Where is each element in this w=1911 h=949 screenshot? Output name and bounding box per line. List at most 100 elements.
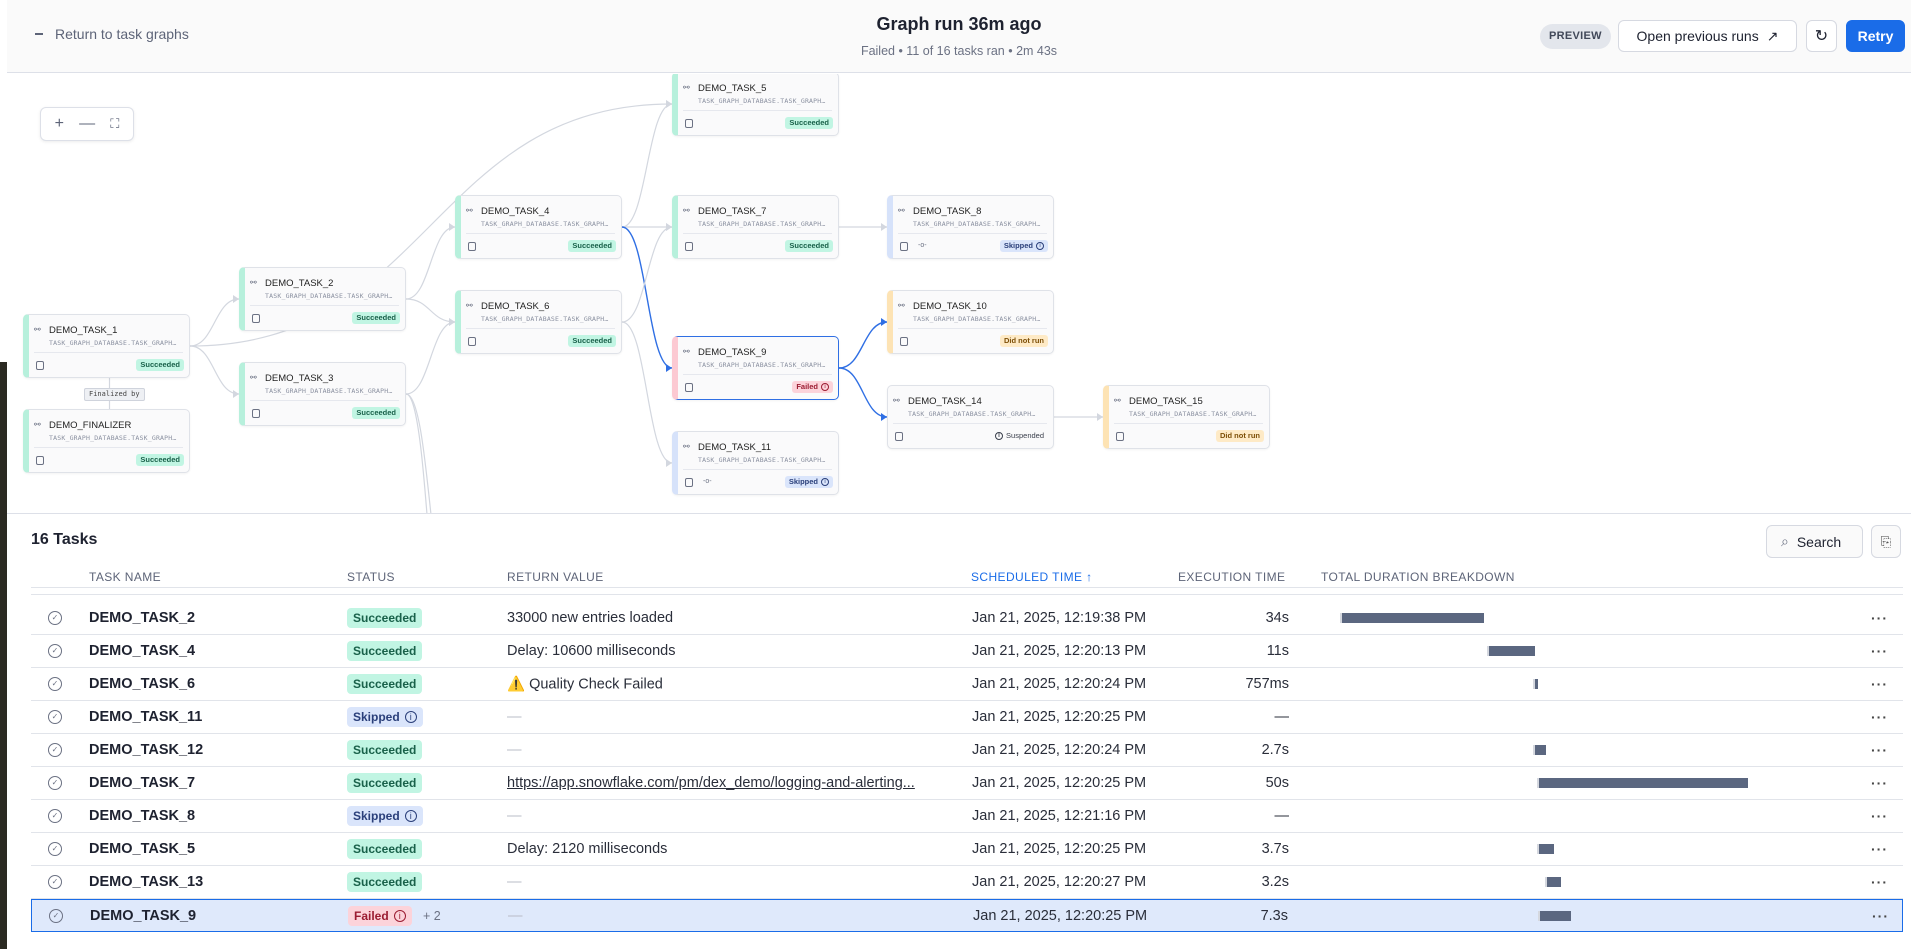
graph-node[interactable]: ⚯ DEMO_TASK_5 TASK_GRAPH_DATABASE.TASK_G… (672, 74, 839, 136)
status-badge: Succeeded (347, 872, 423, 892)
column-execution-time[interactable]: EXECUTION TIME (1178, 570, 1285, 584)
column-status[interactable]: STATUS (347, 570, 395, 584)
more-actions-icon[interactable]: ··· (1871, 874, 1888, 890)
node-divider (898, 233, 1047, 234)
graph-node[interactable]: ⚯ DEMO_TASK_6 TASK_GRAPH_DATABASE.TASK_G… (455, 290, 622, 354)
more-actions-icon[interactable]: ··· (1871, 775, 1888, 791)
task-name[interactable]: DEMO_TASK_4 (89, 643, 195, 659)
table-row[interactable]: ✓ DEMO_TASK_4 Succeeded Delay: 10600 mil… (31, 635, 1903, 668)
info-icon[interactable]: i (1036, 242, 1044, 250)
node-status-label: Succeeded (572, 241, 612, 250)
skip-icon: -o- (918, 242, 927, 249)
zoom-out-button[interactable]: — (79, 115, 95, 133)
status-label: Succeeded (353, 842, 417, 856)
info-icon[interactable]: i (821, 383, 829, 391)
more-actions-icon[interactable]: ··· (1871, 808, 1888, 824)
task-name[interactable]: DEMO_TASK_6 (89, 676, 195, 692)
graph-node[interactable]: ⚯ DEMO_TASK_10 TASK_GRAPH_DATABASE.TASK_… (887, 290, 1054, 354)
graph-edge (405, 226, 456, 300)
extra-status-count[interactable]: + 2 (423, 909, 441, 923)
graph-node[interactable]: ⚯ DEMO_TASK_15 TASK_GRAPH_DATABASE.TASK_… (1103, 385, 1270, 449)
graph-node[interactable]: ⚯ DEMO_TASK_11 TASK_GRAPH_DATABASE.TASK_… (672, 431, 839, 495)
status-badge: Succeeded (347, 608, 423, 628)
graph-node[interactable]: ⚯ DEMO_FINALIZER TASK_GRAPH_DATABASE.TAS… (23, 409, 190, 473)
task-icon: ⚯ (898, 206, 905, 215)
zoom-in-button[interactable]: + (55, 115, 64, 133)
external-link-icon: ↗ (1766, 27, 1779, 44)
column-task-name[interactable]: TASK NAME (89, 570, 161, 584)
task-name[interactable]: DEMO_TASK_13 (89, 874, 203, 890)
graph-node[interactable]: ⚯ DEMO_TASK_4 TASK_GRAPH_DATABASE.TASK_G… (455, 195, 622, 259)
info-icon[interactable]: i (821, 478, 829, 486)
table-row[interactable]: ✓ DEMO_TASK_7 Succeeded https://app.snow… (31, 767, 1903, 800)
node-status-label: Did not run (1004, 336, 1044, 345)
fit-view-button[interactable]: ⛶ (110, 116, 119, 132)
info-icon[interactable]: i (404, 711, 417, 723)
task-name[interactable]: DEMO_TASK_11 (89, 709, 202, 725)
execution-segment (1534, 745, 1547, 755)
table-row[interactable]: ✓ DEMO_TASK_12 Succeeded — Jan 21, 2025,… (31, 734, 1903, 767)
node-subtitle: TASK_GRAPH_DATABASE.TASK_GRAPH… (908, 410, 1036, 418)
graph-node[interactable]: ⚯ DEMO_TASK_3 TASK_GRAPH_DATABASE.TASK_G… (239, 362, 406, 426)
graph-node[interactable]: ⚯ DEMO_TASK_14 TASK_GRAPH_DATABASE.TASK_… (887, 385, 1054, 449)
skip-icon: -o- (703, 478, 712, 485)
table-row[interactable]: ✓ DEMO_TASK_8 Skipped i — Jan 21, 2025, 1… (31, 800, 1903, 833)
return-value-cell: ⚠️ Quality Check Failed (507, 676, 663, 693)
graph-node[interactable]: ⚯ DEMO_TASK_9 TASK_GRAPH_DATABASE.TASK_G… (672, 336, 839, 400)
more-actions-icon[interactable]: ··· (1871, 742, 1888, 758)
node-divider (683, 469, 832, 470)
graph-node[interactable]: ⚯ DEMO_TASK_1 TASK_GRAPH_DATABASE.TASK_G… (23, 314, 190, 378)
search-button[interactable]: ⌕ Search (1766, 525, 1863, 558)
column-return-value[interactable]: RETURN VALUE (507, 570, 604, 584)
check-circle-icon: ✓ (48, 644, 62, 658)
graph-node[interactable]: ⚯ DEMO_TASK_8 TASK_GRAPH_DATABASE.TASK_G… (887, 195, 1054, 259)
task-icon: ⚯ (34, 420, 41, 429)
task-name[interactable]: DEMO_TASK_12 (89, 742, 203, 758)
node-subtitle: TASK_GRAPH_DATABASE.TASK_GRAPH… (1129, 410, 1257, 418)
node-status-badge: Did not run (1000, 335, 1048, 347)
column-scheduled-time[interactable]: SCHEDULED TIME ↑ (971, 570, 1093, 584)
execution-segment (1488, 646, 1535, 656)
open-previous-runs-button[interactable]: Open previous runs ↗ (1618, 20, 1797, 52)
graph-node[interactable]: ⚯ DEMO_TASK_2 TASK_GRAPH_DATABASE.TASK_G… (239, 267, 406, 331)
info-icon[interactable]: i (404, 810, 417, 822)
retry-button[interactable]: Retry (1846, 20, 1905, 52)
execution-time: 757ms (1245, 676, 1289, 692)
column-duration-breakdown[interactable]: TOTAL DURATION BREAKDOWN (1321, 570, 1515, 584)
graph-edge (621, 103, 673, 228)
graph-node[interactable]: ⚯ DEMO_TASK_7 TASK_GRAPH_DATABASE.TASK_G… (672, 195, 839, 259)
more-actions-icon[interactable]: ··· (1871, 643, 1888, 659)
status-label: Succeeded (353, 611, 417, 625)
node-name: DEMO_TASK_8 (913, 206, 982, 217)
task-name[interactable]: DEMO_TASK_8 (89, 808, 195, 824)
export-button[interactable]: ⎘ (1871, 525, 1901, 558)
task-type-icon (685, 119, 693, 128)
task-name[interactable]: DEMO_TASK_5 (89, 841, 195, 857)
table-row[interactable]: ✓ DEMO_TASK_9 Failed i + 2 — Jan 21, 2025… (31, 899, 1903, 932)
more-actions-icon[interactable]: ··· (1871, 841, 1888, 857)
more-actions-icon[interactable]: ··· (1871, 709, 1888, 725)
return-value-link[interactable]: https://app.snowflake.com/pm/dex_demo/lo… (507, 775, 915, 791)
table-row[interactable]: ✓ DEMO_TASK_5 Succeeded Delay: 2120 mill… (31, 833, 1903, 866)
more-actions-icon[interactable]: ··· (1871, 676, 1888, 692)
more-actions-icon[interactable]: ··· (1871, 610, 1888, 626)
task-name[interactable]: DEMO_TASK_9 (90, 908, 196, 924)
status-label: Skipped (353, 710, 400, 724)
scheduled-time: Jan 21, 2025, 12:20:25 PM (972, 775, 1147, 791)
scheduled-time: Jan 21, 2025, 12:20:25 PM (972, 841, 1147, 857)
task-graph-canvas[interactable]: + — ⛶ Finalized by ⚯ DEMO_TASK_1 TASK_GR… (7, 74, 1911, 514)
check-circle-icon: ✓ (48, 677, 62, 691)
duration-bar (1340, 613, 1485, 623)
table-row[interactable]: ✓ DEMO_TASK_2 Succeeded 33000 new entrie… (31, 602, 1903, 635)
info-icon[interactable]: i (393, 909, 406, 922)
more-actions-icon[interactable]: ··· (1872, 908, 1889, 924)
table-row[interactable]: ✓ DEMO_TASK_13 Succeeded — Jan 21, 2025,… (31, 866, 1903, 899)
table-row[interactable]: ✓ DEMO_TASK_11 Skipped i — Jan 21, 2025, … (31, 701, 1903, 734)
task-name[interactable]: DEMO_TASK_7 (89, 775, 195, 791)
task-icon: ⚯ (683, 206, 690, 215)
refresh-button[interactable]: ↻ (1806, 20, 1837, 52)
node-divider (250, 400, 399, 401)
table-row[interactable]: ✓ DEMO_TASK_6 Succeeded ⚠️ Quality Check… (31, 668, 1903, 701)
scheduled-time: Jan 21, 2025, 12:20:25 PM (973, 907, 1148, 924)
task-name[interactable]: DEMO_TASK_2 (89, 610, 195, 626)
